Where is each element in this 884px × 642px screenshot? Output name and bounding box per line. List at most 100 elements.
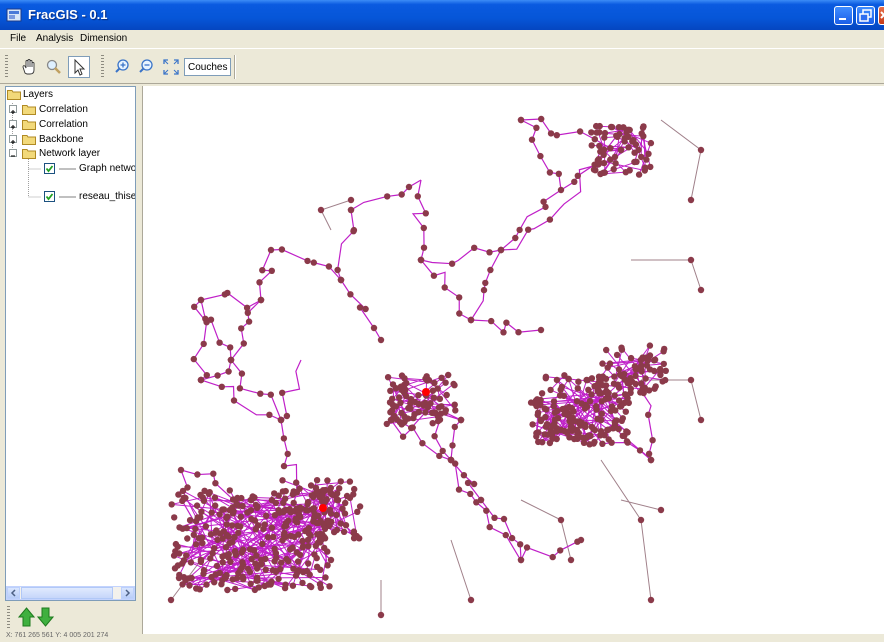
tree-item-graph-network[interactable]: Graph networ [79, 163, 135, 174]
tree-item-correlation-2[interactable]: Correlation [39, 119, 88, 130]
network-node [223, 514, 230, 522]
expand-toggle[interactable] [9, 120, 17, 129]
expand-toggle[interactable] [9, 135, 17, 144]
plus-icon [11, 110, 15, 114]
menu-file[interactable]: File [10, 33, 26, 44]
close-button[interactable] [878, 6, 884, 25]
network-node [586, 397, 594, 405]
restore-button[interactable] [856, 6, 875, 25]
network-node [471, 244, 478, 251]
network-node [398, 372, 406, 379]
network-node [447, 456, 455, 464]
network-node [263, 512, 270, 519]
toolbar-grip[interactable] [7, 606, 10, 630]
network-node [607, 145, 614, 152]
arrow-select-icon [74, 58, 86, 76]
zoom-out-button[interactable] [136, 56, 158, 78]
network-node [307, 482, 315, 489]
tree-item-reseau-thise[interactable]: reseau_thise [79, 191, 135, 202]
network-node [401, 418, 408, 425]
network-node [197, 296, 205, 304]
network-node [430, 272, 438, 279]
plus-icon [11, 125, 15, 129]
scroll-right-button[interactable] [121, 587, 134, 599]
network-node [442, 409, 449, 416]
layer-visibility-checkbox[interactable] [44, 191, 55, 202]
network-node [290, 499, 297, 507]
network-node [225, 533, 232, 540]
menu-analysis[interactable]: Analysis [36, 33, 73, 44]
network-node [221, 291, 228, 298]
network-node [550, 398, 558, 405]
map-canvas[interactable] [142, 86, 884, 634]
network-node [280, 462, 288, 470]
network-node [586, 441, 593, 448]
minimize-button[interactable] [834, 6, 853, 25]
network-node [362, 305, 369, 313]
layer-visibility-checkbox[interactable] [44, 163, 55, 174]
zoom-extent-button[interactable] [160, 56, 182, 78]
move-layer-down-button[interactable] [37, 607, 54, 627]
search-tool-button[interactable] [43, 56, 65, 78]
network-node [321, 525, 329, 532]
network-node [203, 372, 210, 379]
network-node [200, 567, 208, 574]
network-graph[interactable] [143, 86, 884, 634]
network-node [212, 502, 219, 509]
network-node [308, 492, 315, 499]
network-node [237, 513, 244, 520]
network-node [500, 329, 507, 336]
network-node [289, 491, 296, 498]
expand-toggle[interactable] [9, 105, 17, 114]
zoom-in-icon [115, 59, 129, 73]
network-edge [631, 259, 702, 291]
network-node [191, 303, 198, 310]
network-node [271, 512, 279, 519]
select-tool-button[interactable] [68, 56, 90, 78]
network-node [397, 383, 405, 390]
chevron-left-icon [10, 589, 16, 597]
network-node [214, 372, 221, 379]
network-node [619, 415, 626, 422]
network-node [296, 551, 304, 559]
pan-tool-button[interactable] [18, 56, 40, 78]
network-node [464, 479, 472, 487]
tree-item-network-layer[interactable]: Network layer [39, 148, 100, 159]
network-node [574, 385, 581, 392]
network-node [601, 129, 609, 137]
folder-icon [22, 135, 36, 145]
move-layer-up-button[interactable] [18, 607, 35, 627]
network-node [432, 409, 439, 416]
folder-open-icon [22, 149, 36, 159]
tree-item-correlation-1[interactable]: Correlation [39, 104, 88, 115]
scroll-left-button[interactable] [7, 587, 20, 599]
title-bar: FracGIS - 0.1 [0, 0, 884, 30]
network-node [403, 379, 410, 387]
network-node [176, 550, 183, 557]
network-node [230, 397, 238, 404]
network-node [350, 535, 358, 542]
network-node [415, 400, 422, 408]
network-node [591, 426, 599, 434]
network-node [430, 394, 438, 401]
menu-dimension[interactable]: Dimension [80, 33, 127, 44]
network-node [193, 502, 201, 509]
network-node [534, 411, 541, 419]
network-node [316, 581, 324, 588]
zoom-in-button[interactable] [112, 56, 134, 78]
collapse-toggle[interactable] [9, 149, 17, 157]
scroll-thumb[interactable] [21, 587, 113, 599]
tree-root-label[interactable]: Layers [23, 89, 53, 100]
tree-horizontal-scrollbar[interactable] [6, 586, 135, 600]
network-node [350, 226, 358, 234]
network-node [575, 378, 582, 385]
network-node [555, 170, 562, 177]
network-node [209, 549, 216, 557]
toolbar-grip[interactable] [5, 55, 8, 79]
tree-item-backbone[interactable]: Backbone [39, 134, 83, 145]
network-node [214, 536, 221, 543]
toolbar-grip-2[interactable] [101, 55, 104, 79]
network-edge [280, 359, 302, 421]
network-node [313, 477, 321, 484]
couches-button[interactable]: Couches [184, 58, 232, 76]
